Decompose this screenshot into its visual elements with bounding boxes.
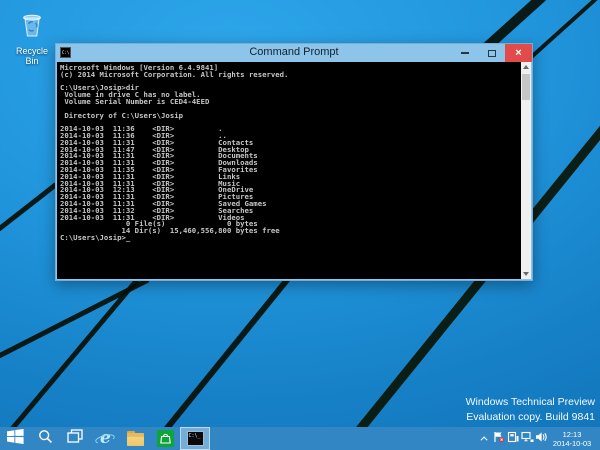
search-icon [38, 429, 53, 449]
command-prompt-taskbar-button[interactable]: C:\_ [180, 427, 210, 450]
console-output: Microsoft Windows [Version 6.4.9841] (c)… [57, 62, 531, 235]
recycle-bin-icon [16, 27, 48, 44]
command-prompt-window: C:\ Command Prompt × Microsoft Windows [… [55, 43, 533, 281]
command-prompt-icon: C:\_ [187, 431, 204, 446]
pc-icon [507, 430, 519, 448]
clock-time: 12:13 [548, 430, 596, 439]
wallpaper-beam [153, 255, 309, 445]
file-explorer-button[interactable] [120, 427, 150, 450]
scrollbar[interactable] [521, 62, 531, 279]
arrow-up-icon [523, 65, 529, 69]
internet-explorer-icon: e [96, 430, 114, 448]
task-view-icon [67, 429, 83, 448]
maximize-button[interactable] [478, 44, 505, 62]
scrollbar-up-button[interactable] [521, 62, 531, 72]
watermark-line2: Evaluation copy. Build 9841 [466, 410, 595, 425]
start-button[interactable] [0, 427, 30, 450]
taskbar: e C:\_ [0, 427, 600, 450]
windows-logo-icon [7, 429, 24, 449]
recycle-bin[interactable]: Recycle Bin [10, 8, 54, 66]
close-icon: × [515, 44, 521, 62]
scrollbar-down-button[interactable] [521, 269, 531, 279]
hardware-button[interactable] [506, 427, 520, 450]
network-button[interactable] [520, 427, 534, 450]
close-button[interactable]: × [505, 44, 532, 62]
flag-icon [493, 430, 505, 448]
clock-date: 2014-10-03 [548, 439, 596, 448]
system-tray: 12:13 2014-10-03 [478, 427, 600, 450]
action-center-button[interactable] [492, 427, 506, 450]
tray-expand-button[interactable] [478, 427, 492, 450]
wallpaper-beam [2, 257, 157, 440]
wallpaper-beam [0, 182, 58, 236]
chevron-up-icon [480, 436, 487, 443]
watermark: Windows Technical Preview Evaluation cop… [466, 395, 595, 425]
recycle-bin-label: Recycle Bin [10, 46, 54, 66]
scrollbar-thumb[interactable] [522, 74, 530, 100]
clock[interactable]: 12:13 2014-10-03 [548, 430, 600, 448]
arrow-down-icon [523, 272, 529, 276]
store-icon [157, 430, 174, 447]
internet-explorer-button[interactable]: e [90, 427, 120, 450]
titlebar[interactable]: C:\ Command Prompt × [56, 44, 532, 62]
maximize-icon [488, 50, 496, 57]
task-view-button[interactable] [60, 427, 90, 450]
console-prompt: C:\Users\Josip> [60, 233, 126, 242]
speaker-icon [535, 430, 547, 448]
console-cursor: _ [126, 233, 130, 242]
minimize-icon [461, 52, 469, 54]
console[interactable]: Microsoft Windows [Version 6.4.9841] (c)… [57, 62, 531, 279]
folder-icon [127, 433, 144, 446]
watermark-line1: Windows Technical Preview [466, 395, 595, 410]
network-icon [521, 430, 534, 448]
minimize-button[interactable] [451, 44, 478, 62]
console-prompt-line: C:\Users\Josip>_ [57, 235, 531, 242]
desktop[interactable]: Recycle Bin Windows Technical Preview Ev… [0, 0, 600, 450]
store-button[interactable] [150, 427, 180, 450]
volume-button[interactable] [534, 427, 548, 450]
search-button[interactable] [30, 427, 60, 450]
